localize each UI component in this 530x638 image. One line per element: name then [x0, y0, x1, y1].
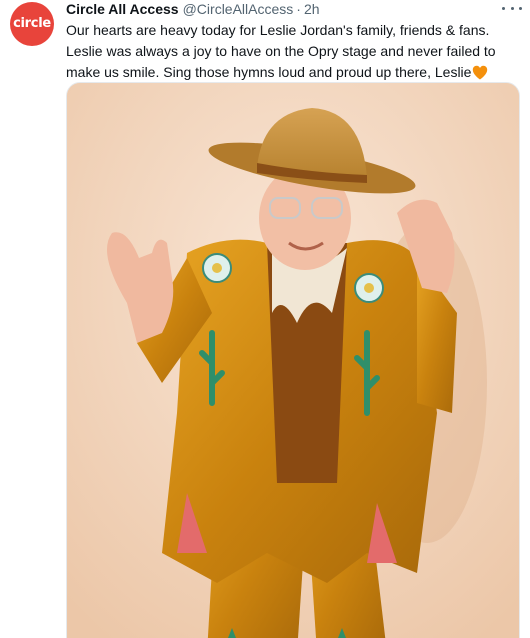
tweet-text: Our hearts are heavy today for Leslie Jo… [66, 20, 516, 86]
tweet[interactable]: circle Circle All Access @CircleAllAcces… [0, 0, 530, 638]
more-options-icon-dot [519, 6, 522, 10]
more-options-icon-dot [510, 6, 514, 10]
tweet-photo[interactable] [66, 82, 520, 638]
tweet-body: Our hearts are heavy today for Leslie Jo… [66, 22, 496, 80]
more-options-icon [502, 6, 505, 10]
photo-image [67, 83, 519, 638]
separator-dot: · [296, 1, 301, 17]
user-handle[interactable]: @CircleAllAccess [183, 1, 294, 17]
display-name[interactable]: Circle All Access [66, 1, 179, 17]
tweet-header: Circle All Access @CircleAllAccess · 2h [66, 0, 320, 18]
more-options-button[interactable] [502, 0, 522, 16]
avatar[interactable]: circle [10, 2, 54, 46]
avatar-logo-text: circle [13, 15, 51, 31]
timestamp[interactable]: 2h [304, 1, 320, 17]
